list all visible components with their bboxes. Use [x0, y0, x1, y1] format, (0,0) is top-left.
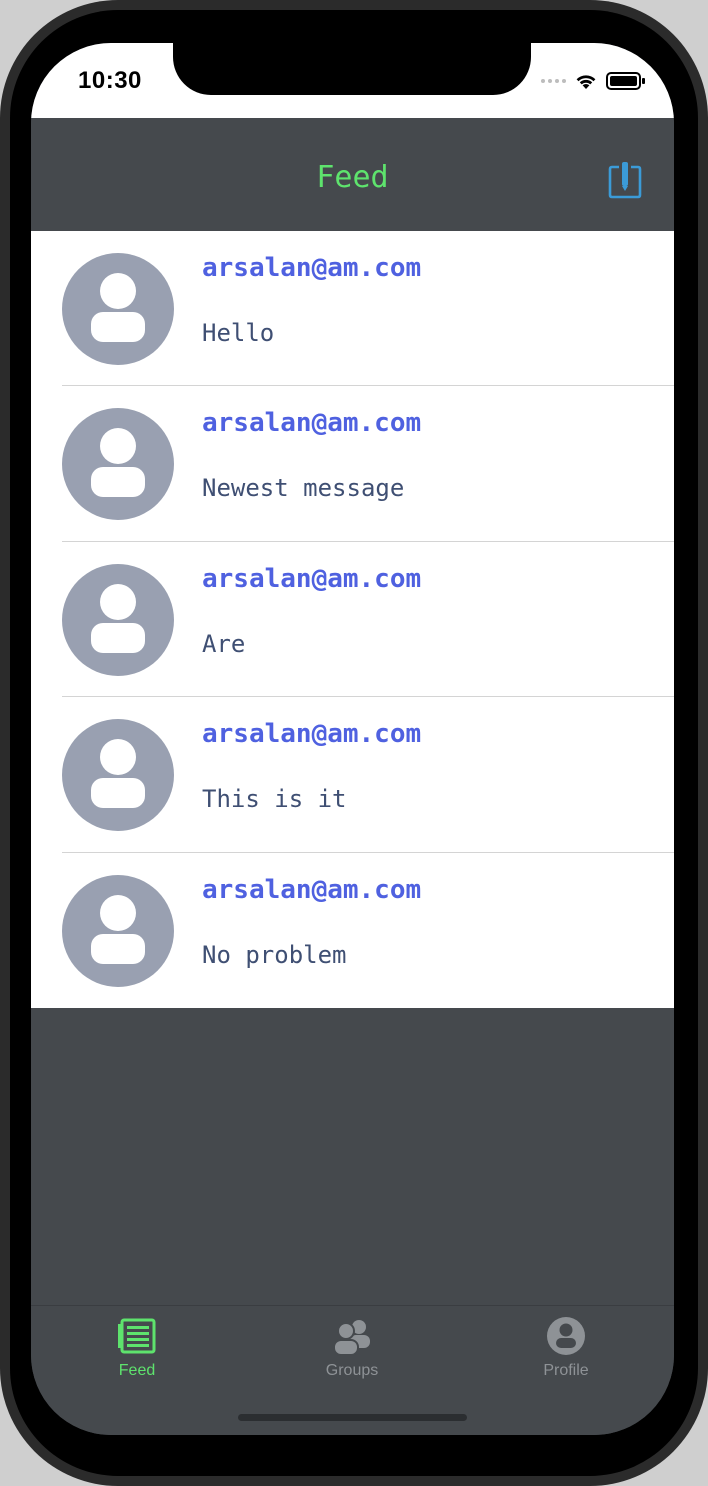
tab-profile[interactable]: Profile — [486, 1316, 646, 1386]
list-item[interactable]: arsalan@am.com Newest message — [31, 386, 674, 542]
avatar-icon — [62, 253, 174, 365]
tab-label-feed: Feed — [118, 1362, 156, 1379]
post-message: This is it — [202, 785, 347, 814]
avatar-icon — [62, 719, 174, 832]
tab-label-groups: Groups — [325, 1362, 379, 1379]
profile-icon — [547, 1317, 585, 1355]
compose-icon — [608, 162, 642, 199]
device-notch — [173, 43, 531, 95]
post-author-email: arsalan@am.com — [202, 408, 422, 439]
post-message: No problem — [202, 940, 347, 969]
battery-icon — [606, 72, 645, 90]
post-message: Are — [202, 629, 246, 658]
cellular-signal-icon — [541, 79, 566, 83]
groups-icon — [333, 1320, 370, 1356]
status-time: 10:30 — [78, 67, 142, 94]
compose-button[interactable] — [608, 161, 642, 199]
list-item[interactable]: arsalan@am.com Hello — [31, 231, 674, 387]
tab-label-profile: Profile — [543, 1362, 589, 1379]
post-author-email: arsalan@am.com — [202, 719, 422, 750]
home-indicator[interactable] — [238, 1414, 467, 1421]
page-title: Feed — [316, 160, 389, 195]
feed-list: arsalan@am.com Hello arsalan@am.com Newe… — [31, 231, 674, 1008]
status-indicators — [541, 71, 646, 91]
post-message: Hello — [202, 319, 275, 347]
tab-feed[interactable]: Feed — [57, 1316, 217, 1386]
list-item[interactable]: arsalan@am.com Are — [31, 542, 674, 698]
screen: 10:30 Feed arsalan@am.com Hello arsalan@… — [31, 43, 674, 1435]
post-author-email: arsalan@am.com — [202, 563, 422, 594]
feed-icon — [118, 1318, 156, 1354]
wifi-icon — [576, 75, 596, 89]
avatar-icon — [62, 563, 174, 676]
avatar-icon — [62, 874, 174, 987]
list-item[interactable]: arsalan@am.com No problem — [31, 853, 674, 1008]
navigation-bar: Feed — [31, 118, 674, 231]
post-author-email: arsalan@am.com — [202, 874, 422, 905]
post-message: Newest message — [202, 474, 405, 503]
avatar-icon — [62, 408, 174, 521]
post-author-email: arsalan@am.com — [202, 253, 422, 283]
status-bar: 10:30 — [31, 43, 674, 118]
list-item[interactable]: arsalan@am.com This is it — [31, 697, 674, 853]
tab-groups[interactable]: Groups — [272, 1316, 432, 1386]
